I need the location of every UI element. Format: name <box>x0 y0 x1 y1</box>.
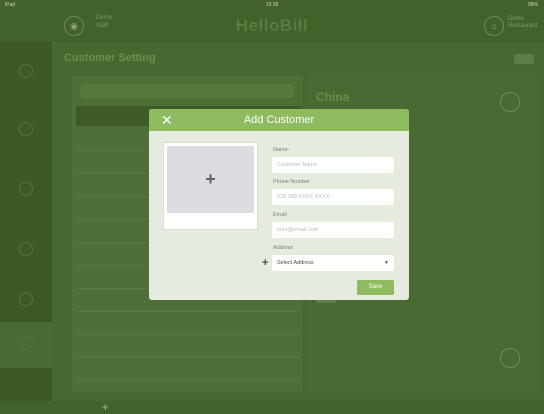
name-label: Name: <box>273 147 290 153</box>
address-label: Address <box>273 245 294 251</box>
email-field[interactable] <box>272 222 394 238</box>
clock: 13:38 <box>265 2 279 8</box>
app-header: ◉ Demo Staff HelloBill ⌂ Demo Restaurant <box>0 10 544 42</box>
list-item[interactable] <box>76 335 298 358</box>
modal-title: Add Customer <box>243 114 315 126</box>
list-add-icon[interactable]: + <box>102 402 108 414</box>
address-select-value: Select Address <box>277 260 314 266</box>
add-customer-modal: Add Customer ✕ + Name: Phone Number Emai… <box>149 109 409 300</box>
close-icon[interactable]: ✕ <box>161 109 173 131</box>
status-bar: iPad 13:38 98% <box>0 0 544 10</box>
sidebar-orders-icon[interactable] <box>19 122 33 136</box>
chevron-down-icon: ▼ <box>384 260 389 266</box>
sidebar-item-settings[interactable] <box>0 322 52 368</box>
modal-header: Add Customer ✕ <box>149 109 409 131</box>
detail-divider <box>316 300 336 303</box>
save-button[interactable]: Save <box>357 280 394 295</box>
search-input[interactable] <box>80 84 294 98</box>
phone-label: Phone Number <box>273 179 310 185</box>
app-logo: HelloBill <box>235 16 309 35</box>
sidebar-home-icon[interactable] <box>19 64 33 78</box>
list-item[interactable] <box>76 312 298 335</box>
sidebar-staff-icon[interactable] <box>19 292 33 306</box>
add-address-icon[interactable]: + <box>262 255 268 271</box>
detail-customer-name: China <box>316 90 350 104</box>
store-info: Demo Restaurant <box>508 16 539 30</box>
customer-photo-upload[interactable]: + <box>163 142 258 230</box>
address-select[interactable]: Select Address ▼ <box>272 255 394 271</box>
sidebar-inventory-icon[interactable] <box>19 242 33 256</box>
sidebar-reports-icon[interactable] <box>19 182 33 196</box>
customer-name-field[interactable] <box>272 157 394 173</box>
delete-icon[interactable] <box>500 348 520 368</box>
edit-icon[interactable] <box>500 92 520 112</box>
store-line1: Demo <box>508 16 525 22</box>
battery-level: 98% <box>527 2 538 8</box>
settings-icon <box>19 336 33 350</box>
email-label: Email <box>273 212 287 218</box>
store-line2: Restaurant <box>508 23 538 29</box>
page-action-button[interactable] <box>514 54 534 64</box>
sidebar <box>0 42 52 401</box>
phone-number-field[interactable] <box>272 189 394 205</box>
add-photo-icon: + <box>205 169 216 189</box>
photo-placeholder: + <box>167 146 254 213</box>
list-item[interactable] <box>76 358 298 381</box>
page-title: Customer Setting <box>64 52 156 64</box>
store-icon[interactable]: ⌂ <box>484 16 504 36</box>
